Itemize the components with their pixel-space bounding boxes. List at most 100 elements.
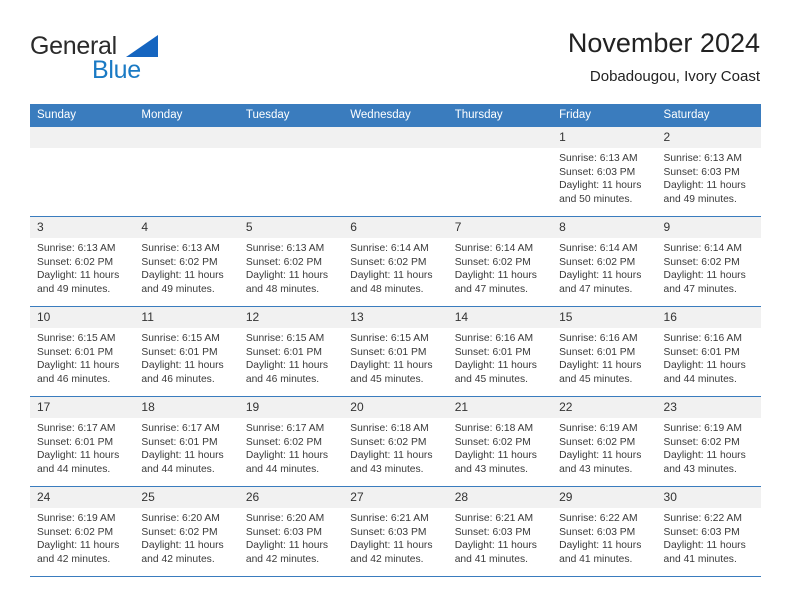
day-sun-info: Sunrise: 6:15 AM Sunset: 6:01 PM Daylight:… — [239, 328, 343, 386]
day-number: 21 — [447, 397, 553, 418]
weekday-header-thursday: Thursday — [447, 104, 553, 127]
calendar-day-cell[interactable]: 19 Sunrise: 6:17 AM Sunset: 6:02 PM Dayligh… — [238, 396, 344, 487]
daylight-text-line1: Daylight: 11 hours — [559, 450, 642, 462]
sunrise-text: Sunrise: 6:17 AM — [141, 423, 220, 434]
day-sun-info: Sunrise: 6:16 AM Sunset: 6:01 PM Daylight:… — [657, 328, 761, 386]
day-number: 5 — [238, 217, 344, 238]
day-number: 13 — [343, 307, 448, 328]
sunset-text: Sunset: 6:01 PM — [245, 346, 322, 358]
day-number: 16 — [656, 307, 761, 328]
calendar-day-cell[interactable]: 12 Sunrise: 6:15 AM Sunset: 6:01 PM Dayligh… — [238, 306, 344, 397]
calendar-day-cell[interactable]: 6 Sunrise: 6:14 AM Sunset: 6:02 PM Daylight… — [343, 216, 448, 307]
calendar-day-cell[interactable]: 7 Sunrise: 6:14 AM Sunset: 6:02 PM Daylight… — [447, 216, 553, 307]
daylight-text-line2: and 45 minutes. — [350, 373, 424, 385]
calendar-day-cell[interactable]: 1 Sunrise: 6:13 AM Sunset: 6:03 PM Daylight… — [552, 126, 657, 217]
calendar-day-cell[interactable]: 28 Sunrise: 6:21 AM Sunset: 6:03 PM Dayligh… — [447, 486, 553, 577]
calendar-day-cell[interactable]: 11 Sunrise: 6:15 AM Sunset: 6:01 PM Dayligh… — [134, 306, 239, 397]
calendar-day-cell[interactable]: 15 Sunrise: 6:16 AM Sunset: 6:01 PM Dayligh… — [552, 306, 657, 397]
day-sun-info: Sunrise: 6:21 AM Sunset: 6:03 PM Daylight:… — [448, 508, 552, 566]
calendar-day-cell[interactable]: 20 Sunrise: 6:18 AM Sunset: 6:02 PM Dayligh… — [343, 396, 448, 487]
sunrise-text: Sunrise: 6:13 AM — [37, 243, 116, 254]
calendar-week-row: 1 Sunrise: 6:13 AM Sunset: 6:03 PM Daylight… — [30, 126, 761, 217]
daylight-text-line2: and 43 minutes. — [663, 463, 737, 475]
day-number — [238, 127, 344, 148]
sunrise-text: Sunrise: 6:13 AM — [559, 153, 638, 164]
day-number: 28 — [447, 487, 553, 508]
day-sun-info: Sunrise: 6:16 AM Sunset: 6:01 PM Daylight:… — [448, 328, 552, 386]
calendar-day-cell[interactable]: 25 Sunrise: 6:20 AM Sunset: 6:02 PM Dayligh… — [134, 486, 239, 577]
calendar-day-cell-empty — [134, 126, 239, 217]
sunrise-text: Sunrise: 6:18 AM — [454, 423, 534, 434]
calendar-day-cell[interactable]: 5 Sunrise: 6:13 AM Sunset: 6:02 PM Daylight… — [238, 216, 344, 307]
calendar-day-cell[interactable]: 2 Sunrise: 6:13 AM Sunset: 6:03 PM Daylight… — [656, 126, 761, 217]
sunset-text: Sunset: 6:02 PM — [141, 256, 218, 268]
calendar-day-cell[interactable]: 21 Sunrise: 6:18 AM Sunset: 6:02 PM Dayligh… — [447, 396, 553, 487]
daylight-text-line1: Daylight: 11 hours — [245, 450, 329, 462]
calendar-day-cell[interactable]: 26 Sunrise: 6:20 AM Sunset: 6:03 PM Dayligh… — [238, 486, 344, 577]
day-sun-info: Sunrise: 6:13 AM Sunset: 6:03 PM Daylight:… — [552, 148, 656, 206]
sunset-text: Sunset: 6:03 PM — [559, 166, 636, 178]
day-number — [134, 127, 239, 148]
day-sun-info: Sunrise: 6:22 AM Sunset: 6:03 PM Daylight:… — [552, 508, 656, 566]
daylight-text-line2: and 46 minutes. — [245, 373, 320, 385]
sunrise-text: Sunrise: 6:15 AM — [350, 333, 429, 344]
daylight-text-line2: and 45 minutes. — [454, 373, 528, 385]
day-sun-info: Sunrise: 6:13 AM Sunset: 6:02 PM Daylight:… — [239, 238, 343, 296]
day-number: 26 — [238, 487, 344, 508]
page-header: General Blue November 2024 Dobadougou, I… — [30, 26, 760, 98]
day-sun-info: Sunrise: 6:18 AM Sunset: 6:02 PM Daylight:… — [448, 418, 552, 476]
day-number: 6 — [343, 217, 448, 238]
sunrise-text: Sunrise: 6:17 AM — [245, 423, 325, 434]
day-number: 14 — [447, 307, 553, 328]
sunset-text: Sunset: 6:03 PM — [559, 526, 636, 538]
calendar-day-cell[interactable]: 24 Sunrise: 6:19 AM Sunset: 6:02 PM Dayligh… — [30, 486, 135, 577]
calendar-day-cell[interactable]: 30 Sunrise: 6:22 AM Sunset: 6:03 PM Dayligh… — [656, 486, 761, 577]
sunset-text: Sunset: 6:02 PM — [245, 256, 322, 268]
sunset-text: Sunset: 6:02 PM — [663, 436, 740, 448]
calendar-day-cell[interactable]: 27 Sunrise: 6:21 AM Sunset: 6:03 PM Dayligh… — [343, 486, 448, 577]
daylight-text-line2: and 47 minutes. — [454, 283, 528, 295]
daylight-text-line2: and 46 minutes. — [141, 373, 215, 385]
page-subtitle-location: Dobadougou, Ivory Coast — [589, 68, 760, 85]
daylight-text-line2: and 48 minutes. — [350, 283, 424, 295]
calendar-day-cell[interactable]: 14 Sunrise: 6:16 AM Sunset: 6:01 PM Dayligh… — [447, 306, 553, 397]
day-sun-info: Sunrise: 6:13 AM Sunset: 6:02 PM Daylight:… — [134, 238, 238, 296]
sunset-text: Sunset: 6:02 PM — [559, 436, 636, 448]
daylight-text-line1: Daylight: 11 hours — [663, 270, 746, 282]
sunset-text: Sunset: 6:02 PM — [350, 436, 427, 448]
daylight-text-line2: and 44 minutes. — [37, 463, 111, 475]
calendar-day-cell[interactable]: 4 Sunrise: 6:13 AM Sunset: 6:02 PM Daylight… — [134, 216, 239, 307]
daylight-text-line1: Daylight: 11 hours — [559, 540, 642, 552]
day-number: 27 — [343, 487, 448, 508]
daylight-text-line1: Daylight: 11 hours — [454, 540, 537, 552]
calendar-day-cell[interactable]: 17 Sunrise: 6:17 AM Sunset: 6:01 PM Dayligh… — [30, 396, 135, 487]
logo-word-blue: Blue — [92, 56, 141, 84]
sunset-text: Sunset: 6:01 PM — [559, 346, 636, 358]
calendar-day-cell[interactable]: 3 Sunrise: 6:13 AM Sunset: 6:02 PM Daylight… — [30, 216, 135, 307]
sunset-text: Sunset: 6:02 PM — [559, 256, 636, 268]
calendar-week-row: 24 Sunrise: 6:19 AM Sunset: 6:02 PM Dayligh… — [30, 486, 761, 577]
calendar-day-cell[interactable]: 23 Sunrise: 6:19 AM Sunset: 6:02 PM Dayligh… — [656, 396, 761, 487]
weekday-header-friday: Friday — [552, 104, 657, 127]
sunset-text: Sunset: 6:01 PM — [37, 346, 114, 358]
sunrise-text: Sunrise: 6:13 AM — [663, 153, 742, 164]
day-number: 3 — [30, 217, 135, 238]
daylight-text-line2: and 48 minutes. — [245, 283, 320, 295]
calendar-day-cell[interactable]: 22 Sunrise: 6:19 AM Sunset: 6:02 PM Dayligh… — [552, 396, 657, 487]
calendar-day-cell[interactable]: 10 Sunrise: 6:15 AM Sunset: 6:01 PM Dayligh… — [30, 306, 135, 397]
calendar-day-cell[interactable]: 8 Sunrise: 6:14 AM Sunset: 6:02 PM Daylight… — [552, 216, 657, 307]
day-sun-info: Sunrise: 6:15 AM Sunset: 6:01 PM Daylight:… — [343, 328, 447, 386]
calendar-body: 1 Sunrise: 6:13 AM Sunset: 6:03 PM Daylight… — [30, 126, 761, 577]
day-number — [447, 127, 553, 148]
sunrise-text: Sunrise: 6:20 AM — [141, 513, 220, 524]
calendar-day-cell[interactable]: 29 Sunrise: 6:22 AM Sunset: 6:03 PM Dayligh… — [552, 486, 657, 577]
day-number: 19 — [238, 397, 344, 418]
calendar-day-cell[interactable]: 18 Sunrise: 6:17 AM Sunset: 6:01 PM Dayligh… — [134, 396, 239, 487]
calendar-week-row: 10 Sunrise: 6:15 AM Sunset: 6:01 PM Dayligh… — [30, 306, 761, 397]
day-number: 4 — [134, 217, 239, 238]
calendar-day-cell[interactable]: 9 Sunrise: 6:14 AM Sunset: 6:02 PM Daylight… — [656, 216, 761, 307]
calendar-day-cell[interactable]: 13 Sunrise: 6:15 AM Sunset: 6:01 PM Dayligh… — [343, 306, 448, 397]
day-sun-info: Sunrise: 6:16 AM Sunset: 6:01 PM Daylight:… — [552, 328, 656, 386]
calendar-day-cell[interactable]: 16 Sunrise: 6:16 AM Sunset: 6:01 PM Dayligh… — [656, 306, 761, 397]
day-sun-info: Sunrise: 6:14 AM Sunset: 6:02 PM Daylight:… — [552, 238, 656, 296]
